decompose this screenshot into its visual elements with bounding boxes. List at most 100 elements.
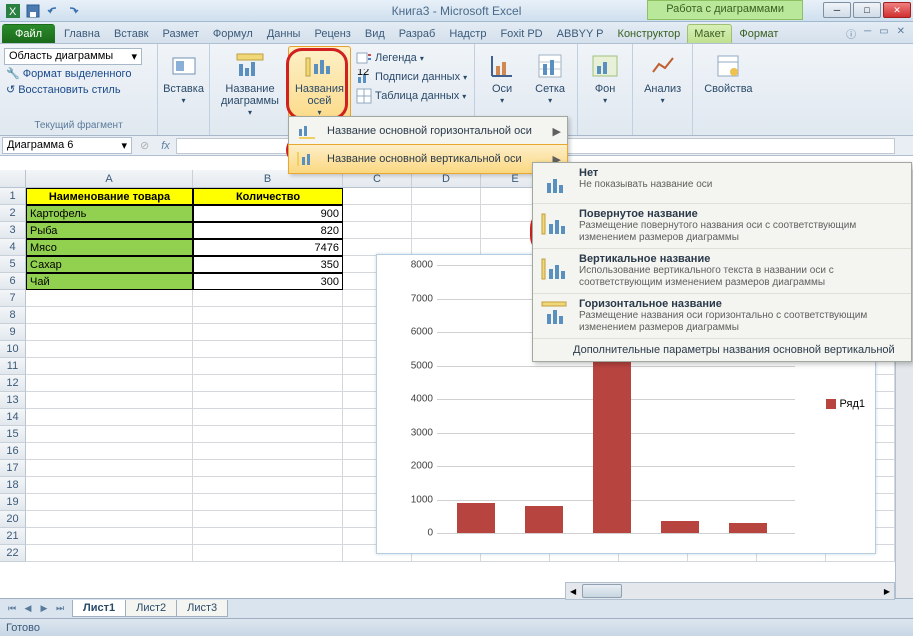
row-header-19[interactable]: 19 xyxy=(0,494,26,511)
cell-A7[interactable] xyxy=(26,290,193,307)
cell-B14[interactable] xyxy=(193,409,343,426)
cell-A2[interactable]: Картофель xyxy=(26,205,193,222)
tab-Реценз[interactable]: Реценз xyxy=(307,24,357,43)
tab-Главна[interactable]: Главна xyxy=(57,24,107,43)
chart-title-button[interactable]: Название диаграммы▾ xyxy=(214,46,286,133)
cell-A20[interactable] xyxy=(26,511,193,528)
vertical-axis-title-item[interactable]: Название основной вертикальной оси▶ xyxy=(288,144,568,174)
maximize-button[interactable]: □ xyxy=(853,2,881,18)
row-header-3[interactable]: 3 xyxy=(0,222,26,239)
data-table-button[interactable]: Таблица данных▾ xyxy=(353,87,470,105)
tab-file[interactable]: Файл xyxy=(2,24,55,43)
redo-icon[interactable] xyxy=(64,2,82,20)
axis-title-horizontal-item[interactable]: Горизонтальное названиеРазмещение назван… xyxy=(533,294,911,339)
cell-A19[interactable] xyxy=(26,494,193,511)
row-header-6[interactable]: 6 xyxy=(0,273,26,290)
cell-B19[interactable] xyxy=(193,494,343,511)
horizontal-scrollbar[interactable]: ◀▶ xyxy=(565,582,895,600)
tab-Конструктор[interactable]: Конструктор xyxy=(611,24,688,43)
ribbon-help-icon[interactable]: ⓘ xyxy=(846,26,856,41)
axis-title-none-item[interactable]: НетНе показывать название оси xyxy=(533,163,911,204)
fx-icon[interactable]: fx xyxy=(155,140,176,152)
undo-icon[interactable] xyxy=(44,2,62,20)
cell-A10[interactable] xyxy=(26,341,193,358)
tab-Данны[interactable]: Данны xyxy=(260,24,308,43)
axis-title-vertical-item[interactable]: Вертикальное названиеИспользование верти… xyxy=(533,249,911,294)
save-icon[interactable] xyxy=(24,2,42,20)
cell-A6[interactable]: Чай xyxy=(26,273,193,290)
cell-C1[interactable] xyxy=(343,188,412,205)
cell-A22[interactable] xyxy=(26,545,193,562)
row-header-11[interactable]: 11 xyxy=(0,358,26,375)
cell-D2[interactable] xyxy=(412,205,481,222)
tab-Формат[interactable]: Формат xyxy=(732,24,785,43)
cell-B8[interactable] xyxy=(193,307,343,324)
cell-D1[interactable] xyxy=(412,188,481,205)
cell-B17[interactable] xyxy=(193,460,343,477)
bar-Картофель[interactable] xyxy=(457,503,495,533)
cell-B9[interactable] xyxy=(193,324,343,341)
tab-Надстр[interactable]: Надстр xyxy=(442,24,493,43)
select-all-corner[interactable] xyxy=(0,170,26,187)
row-header-4[interactable]: 4 xyxy=(0,239,26,256)
row-header-14[interactable]: 14 xyxy=(0,409,26,426)
cell-B12[interactable] xyxy=(193,375,343,392)
tab-Макет[interactable]: Макет xyxy=(687,24,732,43)
chart-legend[interactable]: Ряд1 xyxy=(826,398,865,410)
cell-D3[interactable] xyxy=(412,222,481,239)
cell-B22[interactable] xyxy=(193,545,343,562)
cell-B11[interactable] xyxy=(193,358,343,375)
cell-B13[interactable] xyxy=(193,392,343,409)
cell-A11[interactable] xyxy=(26,358,193,375)
cell-A14[interactable] xyxy=(26,409,193,426)
row-header-2[interactable]: 2 xyxy=(0,205,26,222)
insert-button[interactable]: Вставка▾ xyxy=(162,46,205,109)
cell-B5[interactable]: 350 xyxy=(193,256,343,273)
ribbon-close-icon[interactable]: ✕ xyxy=(897,26,905,41)
row-header-17[interactable]: 17 xyxy=(0,460,26,477)
tab-Формул[interactable]: Формул xyxy=(206,24,260,43)
cell-B1[interactable]: Количество xyxy=(193,188,343,205)
cell-A4[interactable]: Мясо xyxy=(26,239,193,256)
row-header-8[interactable]: 8 xyxy=(0,307,26,324)
cell-B15[interactable] xyxy=(193,426,343,443)
row-header-10[interactable]: 10 xyxy=(0,341,26,358)
row-header-9[interactable]: 9 xyxy=(0,324,26,341)
more-axis-title-options[interactable]: Дополнительные параметры названия основн… xyxy=(533,339,911,361)
ribbon-minimize-icon[interactable]: ─ xyxy=(864,26,871,41)
cell-A17[interactable] xyxy=(26,460,193,477)
format-selection-button[interactable]: 🔧Формат выделенного xyxy=(4,66,153,81)
cell-B3[interactable]: 820 xyxy=(193,222,343,239)
row-header-22[interactable]: 22 xyxy=(0,545,26,562)
tab-Вид[interactable]: Вид xyxy=(358,24,392,43)
excel-icon[interactable]: X xyxy=(4,2,22,20)
tab-Foxit PD[interactable]: Foxit PD xyxy=(493,24,549,43)
minimize-button[interactable]: ─ xyxy=(823,2,851,18)
ribbon-restore-icon[interactable]: ▭ xyxy=(879,26,888,41)
cell-B18[interactable] xyxy=(193,477,343,494)
row-header-5[interactable]: 5 xyxy=(0,256,26,273)
bar-Сахар[interactable] xyxy=(661,521,699,533)
analysis-button[interactable]: Анализ▾ xyxy=(637,46,688,109)
name-box[interactable]: Диаграмма 6▾ xyxy=(2,137,132,154)
tab-ABBYY P[interactable]: ABBYY P xyxy=(550,24,611,43)
sheet-tab-Лист2[interactable]: Лист2 xyxy=(125,600,177,617)
cell-A21[interactable] xyxy=(26,528,193,545)
cell-A16[interactable] xyxy=(26,443,193,460)
properties-button[interactable]: Свойства xyxy=(697,46,759,99)
reset-style-button[interactable]: ↺Восстановить стиль xyxy=(4,82,153,97)
row-header-21[interactable]: 21 xyxy=(0,528,26,545)
cell-A18[interactable] xyxy=(26,477,193,494)
axis-title-rotated-item[interactable]: Повернутое названиеРазмещение повернутог… xyxy=(533,204,911,249)
sheet-nav-arrows[interactable]: ⏮◀▶⏭ xyxy=(0,603,72,614)
cell-A9[interactable] xyxy=(26,324,193,341)
bar-Рыба[interactable] xyxy=(525,506,563,533)
row-header-18[interactable]: 18 xyxy=(0,477,26,494)
row-header-16[interactable]: 16 xyxy=(0,443,26,460)
cell-B4[interactable]: 7476 xyxy=(193,239,343,256)
data-labels-button[interactable]: 12Подписи данных▾ xyxy=(353,68,470,86)
cell-C2[interactable] xyxy=(343,205,412,222)
legend-button[interactable]: Легенда▾ xyxy=(353,49,470,67)
row-header-13[interactable]: 13 xyxy=(0,392,26,409)
cell-A5[interactable]: Сахар xyxy=(26,256,193,273)
